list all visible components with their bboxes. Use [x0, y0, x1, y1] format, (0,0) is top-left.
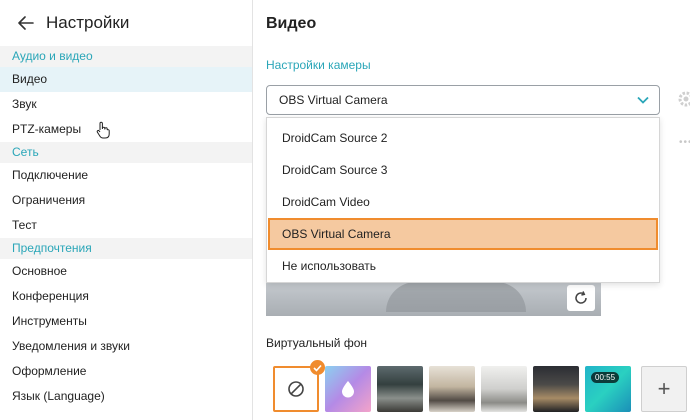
sidebar-item-conference[interactable]: Конференция — [0, 284, 252, 309]
sidebar-header: Настройки — [0, 0, 252, 46]
back-arrow-icon[interactable] — [16, 13, 36, 33]
sidebar-item-limits[interactable]: Ограничения — [0, 188, 252, 213]
virtual-background-label: Виртуальный фон — [266, 336, 368, 350]
sidebar-title: Настройки — [46, 13, 130, 32]
page-title: Видео — [266, 15, 317, 32]
dropdown-option[interactable]: DroidCam Video — [268, 186, 658, 218]
sidebar-item-notifications[interactable]: Уведомления и звуки — [0, 334, 252, 359]
background-image-tile[interactable] — [533, 366, 579, 412]
no-background-tile[interactable] — [273, 360, 325, 412]
camera-select-value: OBS Virtual Camera — [279, 93, 388, 107]
hand-cursor-icon — [96, 121, 110, 144]
section-preferences: Предпочтения — [0, 238, 252, 259]
add-background-button[interactable]: + — [641, 366, 687, 412]
video-duration-badge: 00:55 — [591, 372, 620, 383]
background-image-tile[interactable] — [481, 366, 527, 412]
chevron-down-icon — [637, 94, 649, 108]
more-options-icon[interactable]: ••• — [679, 137, 690, 148]
sidebar-item-video[interactable]: Видео — [0, 67, 252, 92]
section-network: Сеть — [0, 142, 252, 163]
no-symbol-icon — [288, 381, 304, 397]
check-icon — [310, 360, 325, 375]
background-image-tile[interactable] — [377, 366, 423, 412]
drop-icon — [342, 381, 354, 398]
dropdown-option[interactable]: Не использовать — [268, 250, 658, 282]
virtual-background-list: 00:55 + — [273, 360, 690, 414]
section-audio-video: Аудио и видео — [0, 46, 252, 67]
sidebar-item-test[interactable]: Тест — [0, 213, 252, 238]
refresh-button[interactable] — [567, 285, 595, 311]
camera-settings-label: Настройки камеры — [266, 58, 371, 72]
sidebar-item-appearance[interactable]: Оформление — [0, 359, 252, 384]
sidebar-item-ptz-cameras[interactable]: PTZ-камеры — [0, 117, 252, 142]
settings-sidebar: Настройки Аудио и видео Видео Звук PTZ-к… — [0, 0, 252, 420]
dropdown-option[interactable]: DroidCam Source 3 — [268, 154, 658, 186]
video-settings-panel: Видео Настройки камеры OBS Virtual Camer… — [253, 0, 690, 420]
sidebar-item-sound[interactable]: Звук — [0, 92, 252, 117]
dropdown-option-selected[interactable]: OBS Virtual Camera — [268, 218, 658, 250]
dropdown-option[interactable]: DroidCam Source 2 — [268, 122, 658, 154]
sidebar-item-connection[interactable]: Подключение — [0, 163, 252, 188]
blur-background-tile[interactable] — [325, 366, 371, 412]
sidebar-item-tools[interactable]: Инструменты — [0, 309, 252, 334]
sidebar-item-general[interactable]: Основное — [0, 259, 252, 284]
background-image-tile[interactable] — [429, 366, 475, 412]
camera-select[interactable]: OBS Virtual Camera — [266, 85, 660, 115]
camera-dropdown-menu: DroidCam Source 2 DroidCam Source 3 Droi… — [266, 117, 660, 283]
gear-icon[interactable] — [677, 90, 690, 113]
plus-icon: + — [657, 376, 671, 401]
background-video-tile[interactable]: 00:55 — [585, 366, 631, 412]
sidebar-item-language[interactable]: Язык (Language) — [0, 384, 252, 409]
